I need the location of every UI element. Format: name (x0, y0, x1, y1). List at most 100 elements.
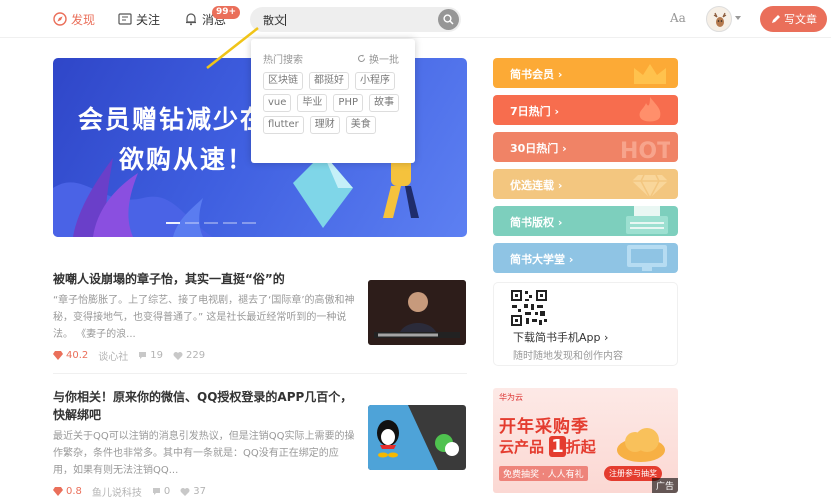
hot-tag[interactable]: 故事 (369, 94, 400, 112)
write-article-button[interactable]: 写文章 (760, 6, 827, 32)
article-item: 与你相关！原来你的微信、QQ授权登录的APP几百个，快解绑吧 最近关于QQ可以注… (53, 388, 467, 499)
crown-icon (634, 64, 666, 84)
messages-badge: 99+ (212, 6, 241, 19)
sidebar-item-vip[interactable]: 简书会员 › (493, 58, 678, 88)
sidebar-serial-label: 优选连载 (510, 179, 554, 192)
hot-tag[interactable]: 小程序 (355, 72, 395, 90)
hot-tag[interactable]: vue (263, 94, 292, 112)
diamond-icon (53, 487, 63, 496)
app-download-title: 下载简书手机App › (513, 331, 609, 344)
search-input-value: 散文 (263, 14, 285, 27)
qr-code-icon (510, 289, 548, 327)
banner-headline: 会员赠钻减少在 (78, 105, 268, 134)
cloud-illustration (617, 428, 665, 462)
hot-text-icon: HOT (620, 139, 670, 162)
article-meta: 0.8 鱼儿说科技 0 37 (53, 484, 467, 499)
gem-icon (632, 174, 668, 199)
search-box[interactable]: 散文 (250, 7, 461, 32)
sidebar-item-label: 简书会员 › (510, 68, 563, 81)
search-input[interactable]: 散文 (263, 12, 286, 28)
article-abstract: “章子怡膨胀了。上了综艺、接了电视剧，褪去了‘国际章’的高傲和神秘，变得接地气，… (53, 295, 355, 340)
article-title[interactable]: 被嘲人设崩塌的章子怡，其实一直挺“俗”的 (53, 270, 358, 288)
sidebar-7day-label: 7日热门 (510, 105, 551, 118)
article-item: 被嘲人设崩塌的章子怡，其实一直挺“俗”的 “章子怡膨胀了。上了综艺、接了电视剧，… (53, 270, 467, 363)
pen-icon (772, 14, 780, 23)
bell-icon (184, 12, 198, 26)
nav-discover-label: 发现 (71, 12, 96, 27)
banner-dot[interactable] (242, 222, 256, 224)
sidebar-item-30day-hot[interactable]: 30日热门 › HOT (493, 132, 678, 162)
hot-tag[interactable]: flutter (263, 116, 304, 134)
article-author[interactable]: 鱼儿说科技 (92, 484, 142, 499)
hot-search-dropdown: 热门搜索 换一批 区块链 都挺好 小程序 vue 毕业 PHP 故事 flutt… (251, 39, 415, 163)
article-meta: 40.2 谈心社 19 229 (53, 348, 467, 363)
nav-discover[interactable]: 发现 (53, 0, 95, 38)
write-article-label: 写文章 (784, 13, 817, 26)
ad-discount-unit: 折起 (565, 438, 596, 456)
article-abstract: 最近关于QQ可以注销的消息引发热议，但是注销QQ实际上需要的操作繁杂，条件也非常… (53, 431, 355, 476)
ad-label: 广告 (651, 478, 678, 493)
ad-headline: 开年采购季 (499, 417, 589, 437)
svg-text:HOT: HOT (620, 139, 670, 162)
search-button[interactable] (438, 9, 459, 30)
hot-tag[interactable]: 毕业 (297, 94, 328, 112)
app-download-subtitle: 随时随地发现和创作内容 (513, 351, 623, 362)
hot-search-title: 热门搜索 (263, 55, 303, 66)
banner-pagination (166, 222, 256, 224)
article-thumbnail[interactable] (368, 405, 466, 470)
interview-photo (368, 280, 466, 345)
heart-icon (173, 352, 183, 360)
advertisement[interactable]: 华为云 开年采购季 云产品 1 折起 免费抽奖 · 人人有礼 注册参与抽奖 广告 (493, 388, 678, 493)
sidebar-item-label: 7日热门 › (510, 105, 560, 118)
nav-follow-label: 关注 (136, 12, 161, 27)
refresh-button[interactable]: 换一批 (357, 51, 399, 66)
comment-icon (152, 488, 160, 495)
sidebar-item-label: 简书版权 › (510, 216, 563, 229)
banner-dot[interactable] (185, 222, 199, 224)
sidebar-vip-label: 简书会员 (510, 68, 554, 81)
comment-value: 19 (150, 350, 163, 361)
text-caret (285, 14, 286, 26)
sidebar-university-label: 简书大学堂 (510, 253, 565, 266)
article-title[interactable]: 与你相关！原来你的微信、QQ授权登录的APP几百个，快解绑吧 (53, 388, 358, 424)
banner-dot[interactable] (223, 222, 237, 224)
hot-search-tags: 区块链 都挺好 小程序 vue 毕业 PHP 故事 flutter 理财 美食 (263, 72, 408, 134)
ad-discount: 1 (549, 436, 566, 457)
hot-tag[interactable]: PHP (333, 94, 364, 112)
like-value: 37 (193, 486, 207, 497)
like-count: 37 (180, 486, 206, 497)
comment-count[interactable]: 19 (138, 350, 163, 361)
hot-tag[interactable]: 都挺好 (309, 72, 349, 90)
diamond-count: 40.2 (53, 350, 88, 361)
nav-follow[interactable]: 关注 (118, 0, 160, 38)
sidebar-copyright-label: 简书版权 (510, 216, 554, 229)
article-thumbnail[interactable] (368, 280, 466, 345)
typewriter-icon (626, 206, 668, 234)
sidebar-30day-label: 30日热门 (510, 142, 559, 155)
hot-tag[interactable]: 美食 (345, 116, 376, 134)
sidebar-item-university[interactable]: 简书大学堂 › (493, 243, 678, 273)
heart-icon (180, 488, 190, 496)
font-size-toggle[interactable]: Aa (670, 11, 686, 25)
deer-avatar-icon (713, 12, 727, 27)
avatar[interactable] (706, 6, 732, 32)
top-nav: 发现 关注 消息 99+ 散文 Aa 写文章 (0, 0, 831, 38)
app-download-card[interactable]: 下载简书手机App › 随时随地发现和创作内容 (493, 282, 678, 366)
qq-wechat-image (368, 405, 466, 470)
sidebar-item-7day-hot[interactable]: 7日热门 › (493, 95, 678, 125)
banner-dot[interactable] (166, 222, 180, 224)
diamond-count: 0.8 (53, 486, 82, 497)
article-author[interactable]: 谈心社 (98, 348, 128, 363)
banner-subheadline: 欲购从速！ (119, 145, 255, 174)
app-download-title-text: 下载简书手机App (513, 331, 601, 344)
like-value: 229 (186, 350, 206, 361)
comment-count[interactable]: 0 (152, 486, 170, 497)
banner-dot[interactable] (204, 222, 218, 224)
article-divider (53, 373, 467, 374)
sidebar-item-serial[interactable]: 优选连载 › (493, 169, 678, 199)
sidebar-item-copyright[interactable]: 简书版权 › (493, 206, 678, 236)
hot-tag[interactable]: 区块链 (263, 72, 303, 90)
hot-tag[interactable]: 理财 (309, 116, 340, 134)
monitor-icon (627, 245, 667, 271)
chevron-down-icon[interactable] (735, 16, 741, 20)
